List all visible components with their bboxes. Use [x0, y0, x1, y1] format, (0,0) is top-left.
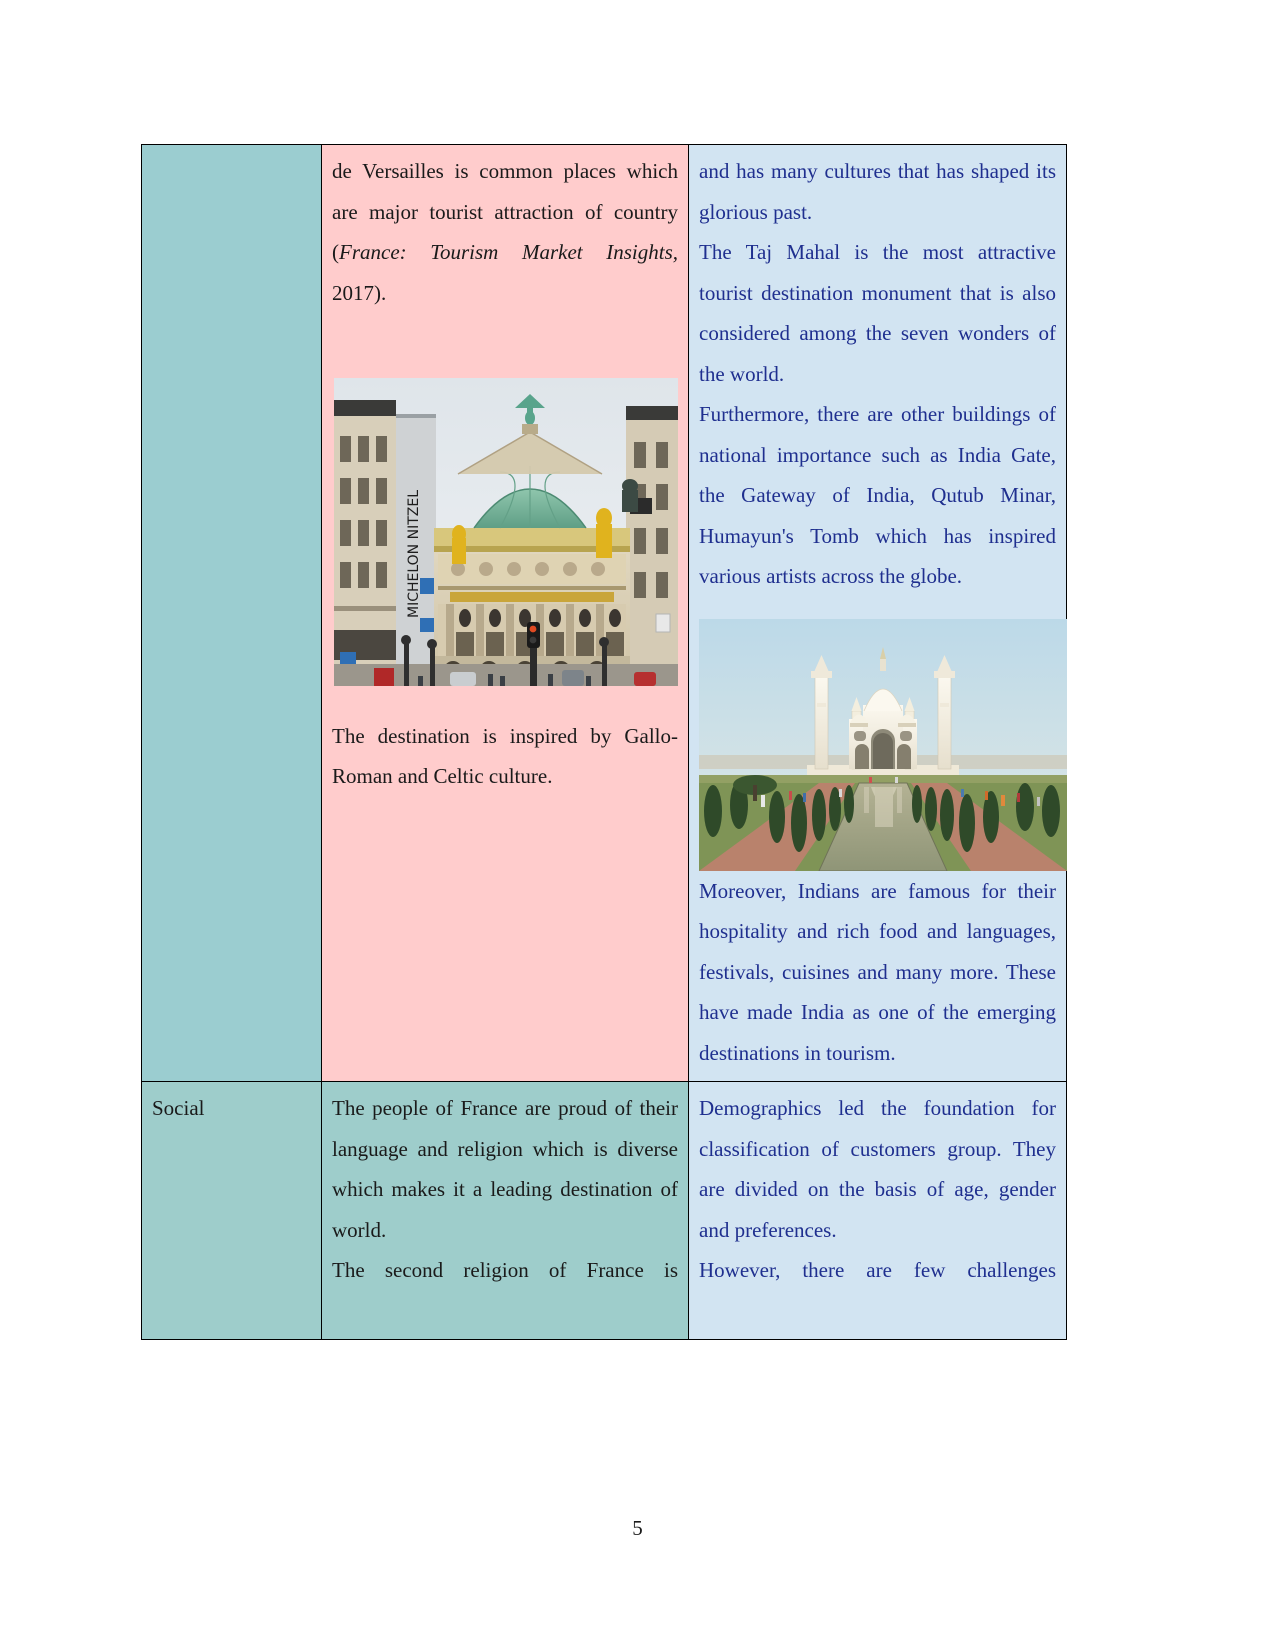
india-paragraph-1: and has many cultures that has shaped it… — [699, 159, 1056, 224]
india-cell: and has many cultures that has shaped it… — [688, 144, 1067, 1082]
india-social-paragraph-1: Demographics led the foundation for clas… — [699, 1096, 1056, 1242]
france-cell: de Versailles is common places which are… — [321, 144, 689, 1082]
taj-mahal-illustration — [699, 618, 1067, 871]
france-cell-social: The people of France are proud of their … — [321, 1081, 689, 1340]
michelon-nitzel-sign-text: MICHELON NITZEL — [406, 489, 422, 617]
paris-opera-house-illustration: MICHELON NITZEL — [334, 377, 678, 686]
document-page: de Versailles is common places which are… — [0, 0, 1275, 1650]
paris-opera-house-photo: MICHELON NITZEL — [334, 377, 678, 686]
france-paragraph: de Versailles is common places which are… — [332, 151, 678, 354]
india-paragraph-3: Furthermore, there are other buildings o… — [699, 402, 1056, 588]
france-social-paragraph-1: The people of France are proud of their … — [332, 1096, 678, 1242]
france-text-part-2: 2017). — [332, 280, 387, 305]
france-social-paragraph-2: The second religion of France is — [332, 1258, 678, 1282]
taj-mahal-photo — [699, 618, 1067, 871]
india-cell-social: Demographics led the foundation for clas… — [688, 1081, 1067, 1340]
india-paragraph-2: The Taj Mahal is the most attractive tou… — [699, 240, 1056, 386]
table-row: Social The people of France are proud of… — [141, 1081, 1067, 1340]
france-citation-italic: France: Tourism Market Insights, — [339, 240, 678, 264]
india-paragraph-after: Moreover, Indians are famous for their h… — [699, 878, 1056, 1065]
table-row: de Versailles is common places which are… — [141, 144, 1067, 1082]
india-social-paragraph-2: However, there are few challenges — [699, 1258, 1056, 1282]
page-number: 5 — [632, 1516, 643, 1540]
france-paragraph-after: The destination is inspired by Gallo-Rom… — [332, 723, 678, 789]
row-label-cell-social: Social — [141, 1081, 322, 1340]
row-label-social: Social — [152, 1096, 205, 1120]
comparison-table: de Versailles is common places which are… — [141, 144, 1067, 1340]
row-label-cell-empty — [141, 144, 322, 1082]
